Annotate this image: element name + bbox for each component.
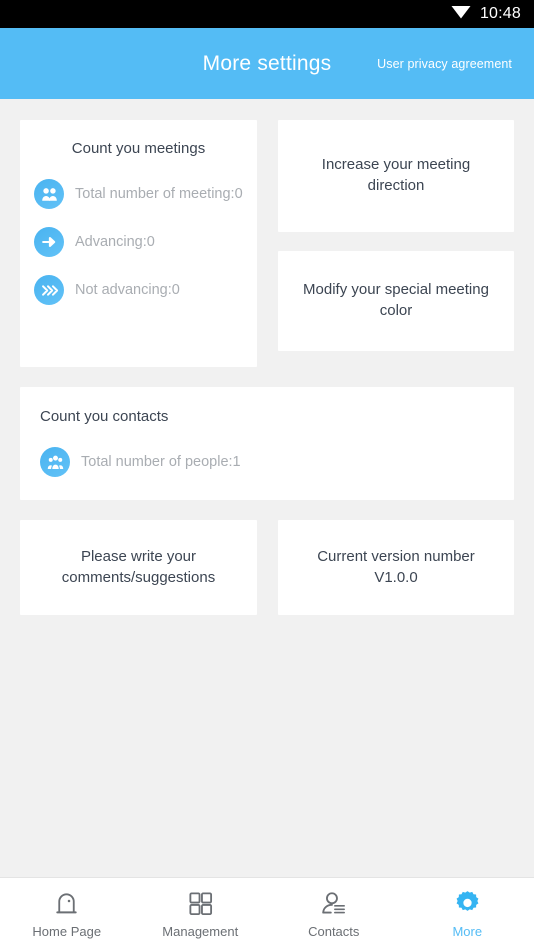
app-header: More settings User privacy agreement [0, 28, 534, 99]
nav-item-more[interactable]: More [401, 878, 534, 949]
increase-meeting-direction-button[interactable]: Increase your meeting direction [278, 120, 514, 232]
app-screen: 10:48 More settings User privacy agreeme… [0, 0, 534, 949]
contacts-card-title: Count you contacts [40, 408, 169, 425]
stat-row-total-meetings: Total number of meeting:0 [34, 179, 243, 209]
bottom-navigation-bar: Home Page Management Contacts More [0, 877, 534, 949]
main-content: Count you meetings Total number of meeti… [0, 99, 534, 877]
home-door-icon [52, 888, 81, 918]
stat-row-not-advancing: Not advancing:0 [34, 275, 243, 305]
stat-row-advancing: Advancing:0 [34, 227, 243, 257]
comments-suggestions-button[interactable]: Please write your comments/suggestions [20, 520, 257, 615]
bottom-section: Please write your comments/suggestions C… [20, 520, 514, 615]
top-section: Count you meetings Total number of meeti… [20, 120, 514, 367]
nav-item-management[interactable]: Management [134, 878, 268, 949]
current-version-card[interactable]: Current version number V1.0.0 [278, 520, 514, 615]
nav-label-management: Management [162, 924, 239, 939]
arrow-right-icon [34, 227, 64, 257]
status-bar-right: 10:48 [451, 4, 521, 24]
status-bar: 10:48 [0, 0, 534, 28]
nav-label-contacts: Contacts [308, 924, 360, 939]
action-cards-column: Increase your meeting direction Modify y… [278, 120, 514, 351]
meetings-statistics-card: Count you meetings Total number of meeti… [20, 120, 257, 367]
contacts-statistics-card: Count you contacts Total number of peopl… [20, 387, 514, 500]
double-chevron-right-icon [34, 275, 64, 305]
user-privacy-agreement-link[interactable]: User privacy agreement [377, 57, 512, 71]
stat-label-total-people: Total number of people:1 [81, 453, 241, 470]
meetings-card-title: Count you meetings [71, 140, 206, 157]
stat-label-advancing: Advancing:0 [75, 233, 155, 250]
stat-row-total-people: Total number of people:1 [40, 447, 498, 477]
group-people-icon [40, 447, 70, 477]
modify-meeting-color-button[interactable]: Modify your special meeting color [278, 251, 514, 351]
nav-label-home-page: Home Page [32, 924, 102, 939]
nav-label-more: More [452, 924, 483, 939]
stat-label-not-advancing: Not advancing:0 [75, 281, 180, 298]
gear-icon [453, 888, 482, 918]
contacts-person-icon [319, 888, 348, 918]
group-people-icon [34, 179, 64, 209]
nav-item-contacts[interactable]: Contacts [267, 878, 401, 949]
wifi-icon [451, 4, 471, 24]
grid-squares-icon [187, 888, 214, 918]
status-bar-time: 10:48 [479, 5, 521, 22]
stat-label-total-meetings: Total number of meeting:0 [75, 185, 243, 202]
nav-item-home-page[interactable]: Home Page [0, 878, 134, 949]
